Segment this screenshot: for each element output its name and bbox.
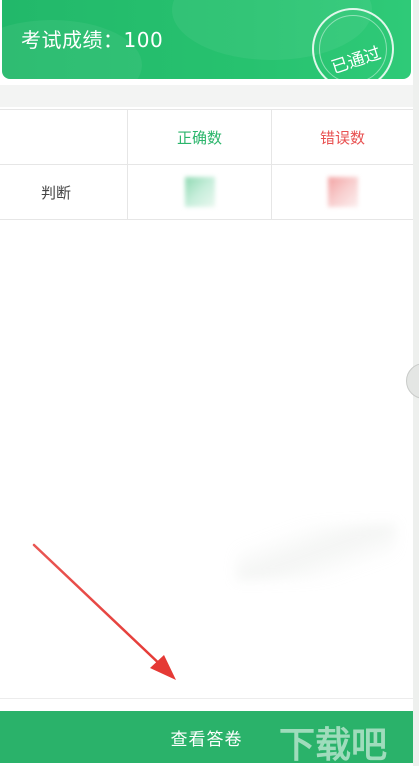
site-watermark: 下载吧 bbox=[279, 725, 388, 766]
bottom-divider bbox=[0, 698, 413, 699]
red-arrow-icon bbox=[32, 543, 176, 680]
